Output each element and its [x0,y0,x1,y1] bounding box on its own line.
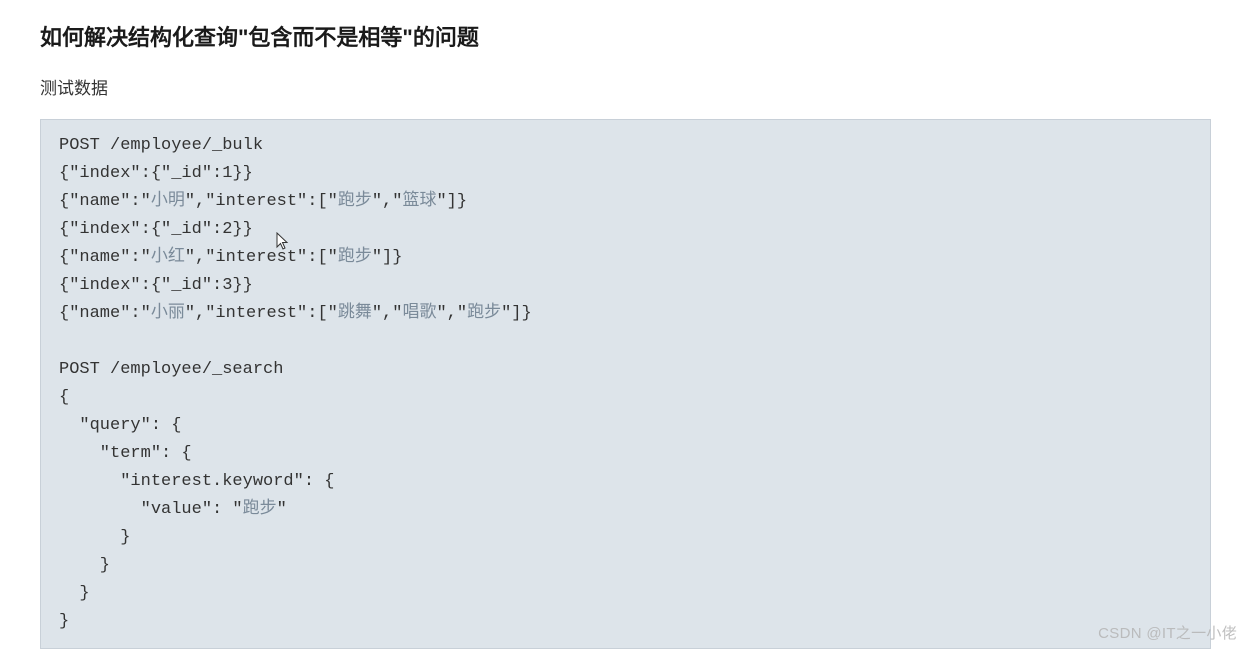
subhead-text: 测试数据 [40,74,1211,99]
string-token: 跑步 [338,192,372,211]
section-heading: 如何解决结构化查询"包含而不是相等"的问题 [40,20,1211,52]
string-token: 跑步 [467,304,501,323]
code-line: { [59,388,69,407]
code-line: POST /employee/_bulk [59,136,263,155]
string-token: 小红 [151,248,185,267]
code-line: "value": "跑步" [59,500,287,519]
string-token: 小明 [151,192,185,211]
code-block[interactable]: POST /employee/_bulk {"index":{"_id":1}}… [40,119,1211,649]
code-line: "term": { [59,444,192,463]
code-line: {"name":"小丽","interest":["跳舞","唱歌","跑步"]… [59,304,532,323]
code-line: {"name":"小明","interest":["跑步","篮球"]} [59,192,467,211]
watermark-text: CSDN @IT之一小佬 [1098,622,1237,643]
code-line: } [59,528,130,547]
code-line: POST /employee/_search [59,360,283,379]
string-token: 唱歌 [402,304,436,323]
code-line: {"index":{"_id":1}} [59,164,253,183]
string-token: 跳舞 [338,304,372,323]
string-token: 小丽 [151,304,185,323]
code-line: } [59,584,90,603]
string-token: 跑步 [338,248,372,267]
code-line: } [59,556,110,575]
code-line: } [59,612,69,631]
code-line: {"index":{"_id":2}} [59,220,253,239]
string-token: 篮球 [402,192,436,211]
code-line: {"index":{"_id":3}} [59,276,253,295]
code-line: {"name":"小红","interest":["跑步"]} [59,248,402,267]
code-line: "query": { [59,416,181,435]
code-line: "interest.keyword": { [59,472,334,491]
string-token: 跑步 [243,500,277,519]
